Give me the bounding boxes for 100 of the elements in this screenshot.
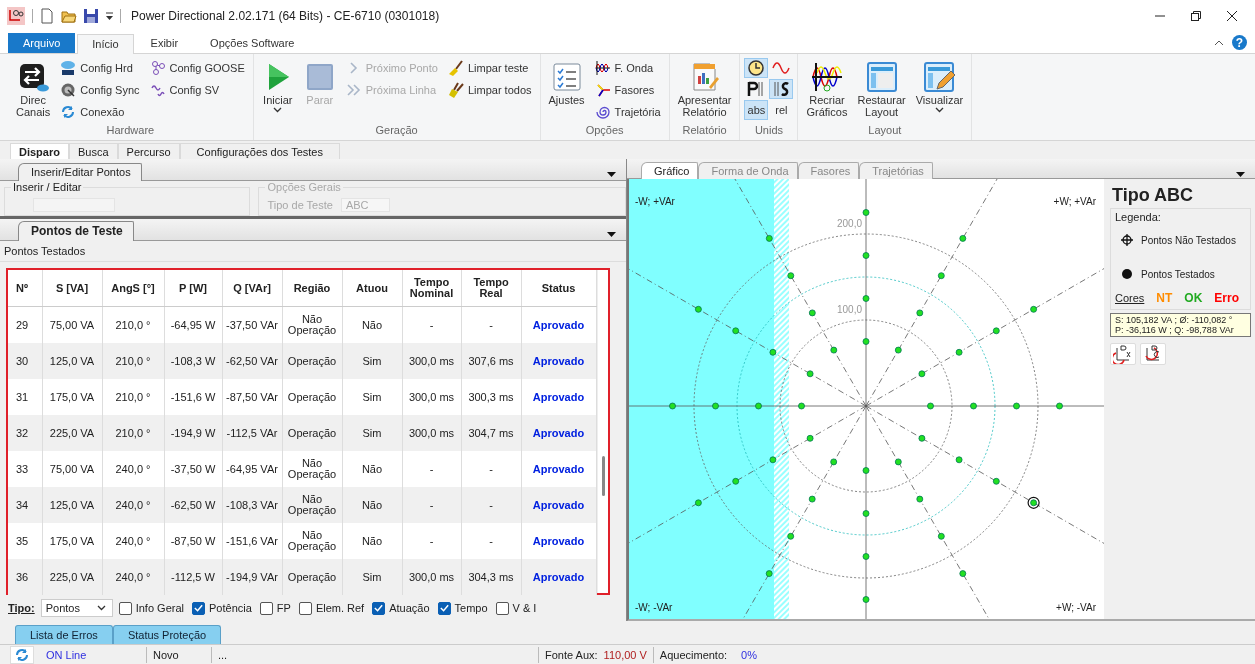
table-cell: 240,0 °	[102, 487, 164, 523]
ribbon-button[interactable]: Config Hrd	[56, 58, 144, 78]
table-cell: Sim	[342, 415, 402, 451]
ribbon-button[interactable]: Trajetória	[590, 102, 665, 122]
chart-title: Tipo ABC	[1112, 185, 1194, 206]
chart-tab[interactable]: Gráfico	[641, 162, 699, 179]
color-key: NT	[1156, 291, 1173, 305]
table-cell: 300,0 ms	[402, 343, 461, 379]
ribbon-button[interactable]: Restaurar Layout	[853, 58, 910, 124]
axes-swap-button[interactable]	[1140, 343, 1166, 365]
ribbon-button[interactable]: Config Sync	[56, 80, 144, 100]
dropdown-icon[interactable]	[1236, 172, 1245, 177]
ribbon-button[interactable]: Config SV	[145, 80, 249, 100]
refresh-icon[interactable]	[15, 647, 29, 662]
ribbon-tab[interactable]: Arquivo	[8, 33, 76, 53]
ribbon-button[interactable]: Apresentar Relatório	[673, 58, 736, 124]
ribbon-button[interactable]: Config GOOSE	[145, 58, 249, 78]
status-value: 0%	[741, 648, 757, 661]
table-cell: 304,3 ms	[461, 559, 521, 595]
help-button[interactable]: ?	[1232, 35, 1247, 50]
ribbon-button[interactable]: Limpar todos	[443, 80, 536, 100]
column-header: Q [VAr]	[222, 270, 282, 307]
status-text: ON Line	[46, 648, 87, 661]
save-icon[interactable]	[83, 8, 99, 24]
table-cell: Sim	[342, 343, 402, 379]
ribbon-tab[interactable]: Início	[77, 34, 134, 54]
checkbox[interactable]	[298, 601, 312, 615]
checkbox[interactable]	[118, 601, 132, 615]
panel-tab[interactable]: Inserir/Editar Pontos	[18, 163, 142, 181]
ribbon-button[interactable]: Limpar teste	[443, 58, 536, 78]
unit-toggle[interactable]: rel	[769, 100, 794, 120]
window-title: Power Directional 2.02.171 (64 Bits) - CE-6710 (0301018)	[131, 9, 440, 23]
ribbon-button[interactable]: Conexão	[56, 102, 144, 122]
caret-icon	[935, 107, 944, 113]
document-tab[interactable]: Busca	[68, 143, 118, 159]
table-cell: 210,0 °	[102, 343, 164, 379]
open-folder-icon[interactable]	[61, 8, 77, 24]
group-label: Geração	[374, 124, 419, 138]
checkbox[interactable]	[259, 601, 273, 615]
group-label: Opções	[584, 124, 625, 138]
checkbox[interactable]	[437, 601, 451, 615]
column-header: Tempo Real	[461, 270, 521, 307]
status-label: Aquecimento:	[659, 648, 728, 661]
checkbox[interactable]	[372, 601, 386, 615]
ribbon-tab[interactable]: Exibir	[135, 33, 194, 53]
ribbon-tab[interactable]: Opções Software	[195, 33, 310, 53]
table-cell: -194,9 VAr	[222, 559, 282, 595]
quadrant-label: -W; -VAr	[635, 602, 673, 613]
restore-icon[interactable]	[1191, 11, 1201, 21]
checklist-icon	[550, 61, 583, 93]
unit-toggle[interactable]: abs	[744, 100, 769, 120]
checkbox[interactable]	[192, 601, 205, 615]
readout-text: S: 105,182 VA ; Ø: -110,082 ° P: -36,116 W ; Q: -98,788 VAr	[1110, 313, 1251, 337]
column-header: Tempo Nominal	[402, 270, 461, 307]
broom-icon	[447, 60, 464, 76]
table-cell: 210,0 °	[102, 415, 164, 451]
dot-icon	[1121, 268, 1133, 280]
ribbon-button[interactable]: Ajustes	[544, 58, 589, 124]
status-text: ...	[218, 648, 228, 661]
legend-caption: Legenda:	[1115, 211, 1162, 223]
collapse-icon[interactable]	[1214, 38, 1224, 47]
axis-label: 100,0	[837, 304, 863, 315]
table-cell: Aprovado	[521, 487, 596, 523]
quadrant-label: -W; +VAr	[635, 196, 675, 207]
table-cell: 225,0 VA	[42, 415, 102, 451]
checkbox[interactable]	[495, 601, 509, 615]
document-tab[interactable]: Percurso	[117, 143, 180, 159]
clock-toggle[interactable]	[744, 58, 769, 78]
table-cell: Aprovado	[521, 343, 596, 379]
ribbon-button[interactable]: Fasores	[590, 80, 665, 100]
panel-tab[interactable]: Status Proteção	[112, 625, 222, 644]
checkbox-label: Potência	[209, 602, 252, 614]
ribbon-button[interactable]: Recriar Gráficos	[802, 58, 852, 124]
dropdown[interactable]: Pontos	[40, 599, 113, 617]
group-label: Opções Gerais	[265, 181, 343, 193]
table-cell: 225,0 VA	[42, 559, 102, 595]
ribbon-button[interactable]: Iniciar	[257, 58, 298, 124]
waveform-icon	[594, 60, 611, 76]
colors-link[interactable]: Cores	[1115, 292, 1145, 304]
column-header: AngS [°]	[102, 270, 164, 307]
apparent-power-toggle[interactable]	[769, 79, 794, 99]
axes-rotate-button[interactable]	[1110, 343, 1136, 365]
table-cell: -62,50 VAr	[222, 343, 282, 379]
ribbon-button[interactable]: F. Onda	[590, 58, 665, 78]
panel-tab[interactable]: Lista de Erros	[15, 625, 113, 644]
customize-caret-icon[interactable]	[105, 11, 114, 21]
document-tab[interactable]: Disparo	[10, 143, 69, 159]
ribbon-button[interactable]: Direc Canais	[12, 58, 55, 124]
group-label: Unids	[753, 124, 785, 138]
status-value: 110,00 V	[603, 648, 647, 661]
close-icon[interactable]	[1227, 11, 1237, 21]
ribbon-button[interactable]: Visualizar	[911, 58, 968, 124]
dropdown-icon[interactable]	[607, 172, 616, 177]
panel-tab[interactable]: Pontos de Teste	[18, 221, 134, 241]
new-document-icon[interactable]	[39, 8, 55, 24]
dropdown-icon[interactable]	[607, 232, 616, 237]
checkbox-label: Elem. Ref	[315, 602, 365, 614]
group-label: Layout	[867, 124, 903, 138]
spiral-icon	[594, 104, 611, 120]
signal-icon	[149, 82, 166, 98]
